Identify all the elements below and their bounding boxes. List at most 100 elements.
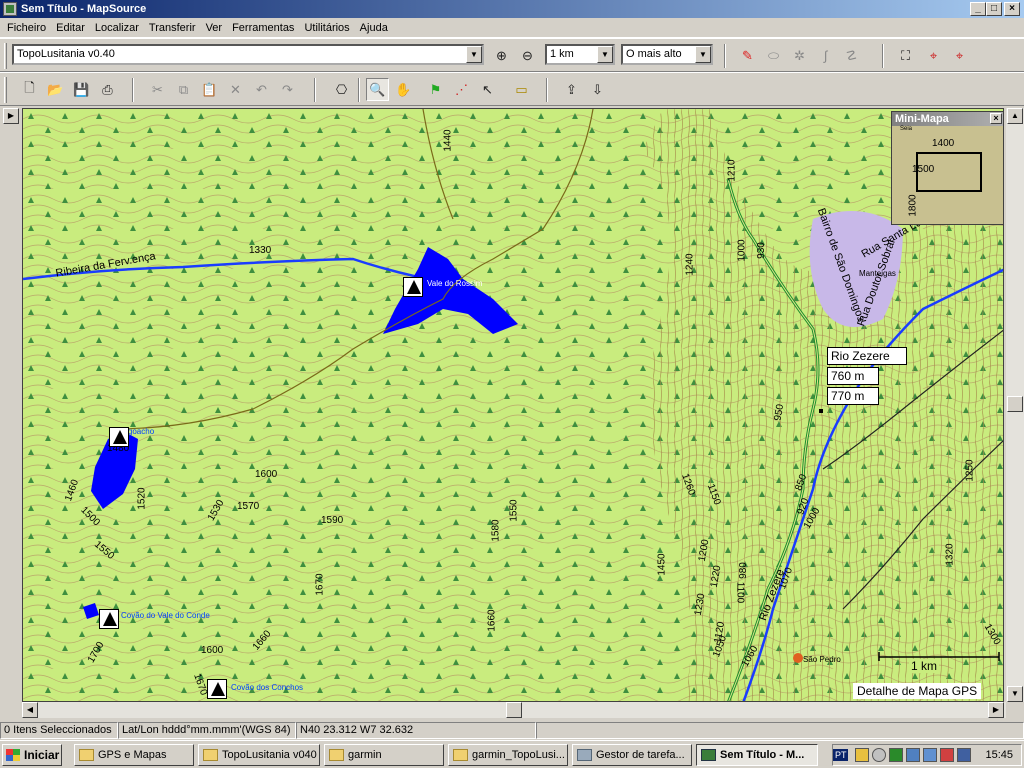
gps-waypoint-icon[interactable]: ✲ <box>788 44 811 67</box>
minimize-button[interactable]: _ <box>970 2 986 16</box>
tray-icon[interactable] <box>872 748 887 762</box>
gps-route-icon[interactable]: ∫ <box>814 44 837 67</box>
geocache-waypoint-icon[interactable] <box>207 679 227 699</box>
cut-icon[interactable]: ✂ <box>146 78 169 101</box>
mini-map-header[interactable]: Mini-Mapa × <box>892 112 1003 126</box>
undo-icon[interactable]: ↶ <box>250 78 273 101</box>
zoom-tool-icon[interactable]: 🔍 <box>366 78 389 101</box>
close-button[interactable]: × <box>1004 2 1020 16</box>
send-to-device-icon[interactable]: ⇩ <box>586 78 609 101</box>
print-icon[interactable]: ⎙ <box>96 78 119 101</box>
find-nearest-icon[interactable]: ⌖ <box>948 44 971 67</box>
find-icon[interactable]: ⛶ <box>894 44 917 67</box>
place-label: Covão do Vale do Conde <box>121 611 210 620</box>
delete-icon[interactable]: ✕ <box>224 78 247 101</box>
mini-map-view[interactable]: Seia 1400 1500 1800 <box>892 126 1003 224</box>
detail-select[interactable]: O mais alto ▼ <box>621 44 713 65</box>
tray-icon[interactable] <box>940 748 955 762</box>
mini-map-label: Seia <box>900 126 913 132</box>
redo-icon[interactable]: ↷ <box>276 78 299 101</box>
network-icon[interactable] <box>923 748 938 762</box>
chevron-down-icon[interactable]: ▼ <box>466 46 482 63</box>
gps-track-icon[interactable]: ⬭ <box>762 44 785 67</box>
product-select[interactable]: TopoLusitania v0.40 ▼ <box>12 44 484 65</box>
task-gestor-de-tarefas[interactable]: Gestor de tarefa... <box>572 744 692 766</box>
language-indicator[interactable]: PT <box>832 749 849 761</box>
toolbar-separator <box>314 78 316 102</box>
menu-editar[interactable]: Editar <box>51 22 90 34</box>
place-label: São Pedro <box>803 655 841 664</box>
panel-expand-button[interactable]: ▶ <box>3 108 19 124</box>
scroll-left-button[interactable]: ◀ <box>22 702 38 718</box>
menu-ajuda[interactable]: Ajuda <box>355 22 393 34</box>
find-place-icon[interactable]: ⌖ <box>922 44 945 67</box>
map-tool-icon[interactable]: ⎔ <box>330 78 353 101</box>
zoom-scale-select[interactable]: 1 km ▼ <box>545 44 615 65</box>
task-label: garmin <box>348 749 382 761</box>
scroll-thumb-vertical[interactable] <box>1007 396 1023 412</box>
menu-transferir[interactable]: Transferir <box>144 22 201 34</box>
maximize-button[interactable]: □ <box>986 2 1002 16</box>
task-mapsource[interactable]: Sem Título - M... <box>696 744 818 766</box>
chevron-down-icon[interactable]: ▼ <box>695 46 711 63</box>
task-gps-e-mapas[interactable]: GPS e Mapas <box>74 744 194 766</box>
chevron-down-icon[interactable]: ▼ <box>597 46 613 63</box>
menu-ficheiro[interactable]: Ficheiro <box>2 22 51 34</box>
zoom-out-icon[interactable]: ⊖ <box>516 44 539 67</box>
map-detail-label: Detalhe de Mapa GPS <box>853 683 982 699</box>
network-icon[interactable] <box>906 748 921 762</box>
task-garmin[interactable]: garmin <box>324 744 444 766</box>
zoom-in-icon[interactable]: ⊕ <box>490 44 513 67</box>
route-tool-icon[interactable]: ⋰ <box>450 78 473 101</box>
copy-icon[interactable]: ⧉ <box>172 78 195 101</box>
geocache-waypoint-icon[interactable] <box>109 427 129 447</box>
gps-satellite-icon[interactable]: ✎ <box>736 44 759 67</box>
horizontal-scrollbar[interactable]: ◀ ▶ <box>22 702 1006 718</box>
start-label: Iniciar <box>24 747 60 762</box>
menu-ver[interactable]: Ver <box>201 22 228 34</box>
toolbar-grip[interactable] <box>4 43 7 69</box>
geocache-waypoint-icon[interactable] <box>403 277 423 297</box>
menu-utilitarios[interactable]: Utilitários <box>299 22 354 34</box>
toolbar-grip[interactable] <box>4 77 7 103</box>
new-file-icon[interactable]: 🗋 <box>18 78 41 101</box>
waypoint-flag-icon[interactable]: ⚑ <box>424 78 447 101</box>
contour-label: 1550 <box>508 499 520 522</box>
map-canvas[interactable]: Ribeira da Ferv.ença Vale do Rossim Lago… <box>22 108 1004 702</box>
contour-label: 1240 <box>684 253 696 276</box>
gps-realtime-icon[interactable]: ☡ <box>840 44 863 67</box>
select-arrow-icon[interactable]: ↖ <box>476 78 499 101</box>
menu-localizar[interactable]: Localizar <box>90 22 144 34</box>
folder-icon <box>453 749 468 761</box>
toolbar-separator <box>358 78 360 102</box>
pan-hand-icon[interactable]: ✋ <box>392 78 415 101</box>
scroll-up-button[interactable]: ▲ <box>1007 108 1023 124</box>
task-garmin-topolusi[interactable]: garmin_TopoLusi... <box>448 744 568 766</box>
clock[interactable]: 15:45 <box>985 749 1013 761</box>
scroll-right-button[interactable]: ▶ <box>988 702 1004 718</box>
distance-ruler-icon[interactable]: ▭ <box>510 78 533 101</box>
mini-map-viewport[interactable] <box>916 152 982 192</box>
menu-ferramentas[interactable]: Ferramentas <box>227 22 299 34</box>
app-icon <box>3 2 17 16</box>
tray-icon[interactable] <box>855 748 870 762</box>
open-folder-icon[interactable]: 📂 <box>44 78 67 101</box>
start-button[interactable]: Iniciar <box>2 743 62 766</box>
folder-icon <box>203 749 218 761</box>
taskbar: Iniciar GPS e Mapas TopoLusitania v040 g… <box>0 740 1024 768</box>
scroll-down-button[interactable]: ▼ <box>1007 686 1023 702</box>
mini-map-panel[interactable]: Mini-Mapa × Seia 1400 1500 1800 <box>891 111 1003 225</box>
status-format: Lat/Lon hddd°mm.mmm'(WGS 84) <box>118 721 296 739</box>
paste-icon[interactable]: 📋 <box>198 78 221 101</box>
toolbar-main: 🗋 📂 💾 ⎙ ✂ ⧉ 📋 ✕ ↶ ↷ ⎔ 🔍 ✋ ⚑ ⋰ ↖ ▭ ⇪ ⇩ <box>0 72 1024 106</box>
receive-from-device-icon[interactable]: ⇪ <box>560 78 583 101</box>
vertical-scrollbar[interactable]: ▲ ▼ <box>1006 108 1024 702</box>
tray-icon[interactable] <box>957 748 972 762</box>
geocache-waypoint-icon[interactable] <box>99 609 119 629</box>
mini-map-close-button[interactable]: × <box>990 113 1002 124</box>
contour-label: 1210 <box>726 159 738 182</box>
scroll-thumb-horizontal[interactable] <box>506 702 522 718</box>
task-topolusitania[interactable]: TopoLusitania v040 <box>198 744 320 766</box>
save-icon[interactable]: 💾 <box>70 78 93 101</box>
tray-icon[interactable] <box>889 748 904 762</box>
